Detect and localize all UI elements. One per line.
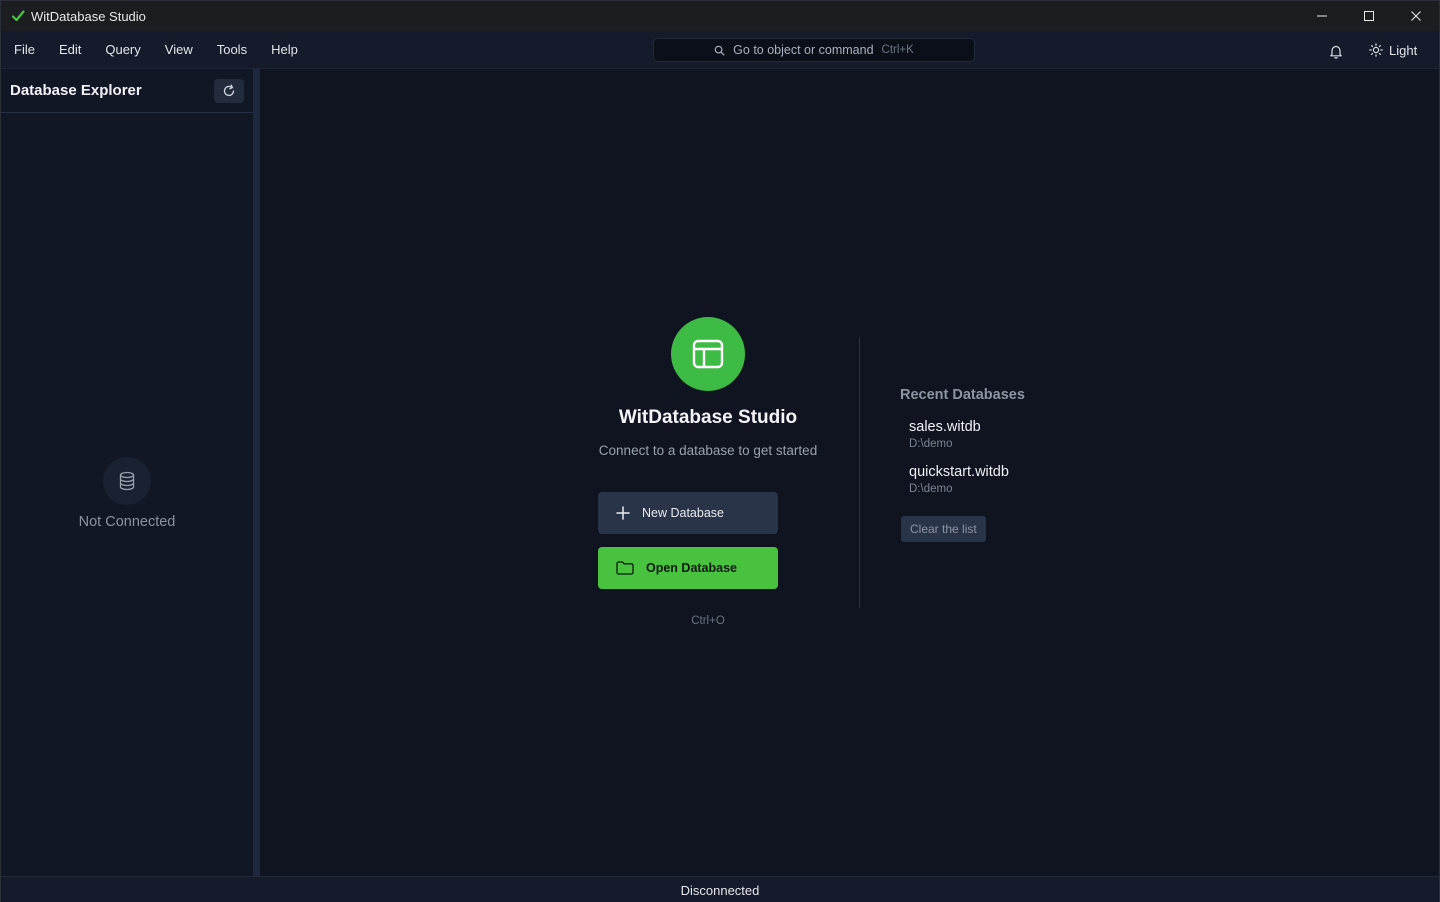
database-icon-circle <box>103 457 151 505</box>
menu-query[interactable]: Query <box>96 36 149 63</box>
theme-toggle-button[interactable]: Light <box>1363 37 1423 63</box>
not-connected-label: Not Connected <box>78 514 176 530</box>
minimize-button[interactable] <box>1298 1 1345 31</box>
menu-edit[interactable]: Edit <box>50 36 90 63</box>
window-title: WitDatabase Studio <box>31 8 146 24</box>
welcome-panel: WitDatabase Studio Connect to a database… <box>597 317 819 458</box>
brand-logo <box>671 317 745 391</box>
database-icon <box>119 471 135 491</box>
recent-database-name: quickstart.witdb <box>909 464 1009 480</box>
sidebar-empty-state: Not Connected <box>1 457 253 530</box>
new-database-button[interactable]: New Database <box>598 492 778 534</box>
theme-toggle-label: Light <box>1389 42 1418 58</box>
welcome-title: WitDatabase Studio <box>618 407 798 428</box>
open-database-label: Open Database <box>646 561 738 575</box>
layout-icon <box>692 339 724 369</box>
notifications-button[interactable] <box>1326 41 1346 61</box>
refresh-button[interactable] <box>214 78 244 103</box>
sidebar-splitter[interactable] <box>253 69 260 876</box>
refresh-icon <box>223 84 235 96</box>
plus-icon <box>616 506 630 520</box>
menu-items: File Edit Query View Tools Help <box>5 36 313 63</box>
sidebar-title: Database Explorer <box>10 82 142 99</box>
status-bar: Disconnected <box>1 876 1439 902</box>
recent-database-path: D:\demo <box>909 438 953 450</box>
open-database-button[interactable]: Open Database <box>598 547 778 589</box>
maximize-button[interactable] <box>1345 1 1392 31</box>
close-button[interactable] <box>1392 1 1439 31</box>
main-content <box>260 69 1439 876</box>
welcome-divider <box>859 337 860 608</box>
minimize-icon <box>1316 15 1327 17</box>
window-controls <box>1298 1 1439 31</box>
app-window: WitDatabase Studio File Edit Query View … <box>0 0 1440 902</box>
connection-status: Disconnected <box>680 882 760 898</box>
database-explorer-sidebar: Database Explorer Not Connected <box>1 69 253 876</box>
bell-icon <box>1330 45 1342 59</box>
recent-database-item[interactable]: quickstart.witdb D:\demo <box>900 464 1160 495</box>
menu-view[interactable]: View <box>156 36 202 63</box>
sidebar-header: Database Explorer <box>1 69 253 113</box>
menu-tools[interactable]: Tools <box>208 36 256 63</box>
folder-icon <box>616 561 634 575</box>
recent-database-path: D:\demo <box>909 483 953 495</box>
sun-icon <box>1369 43 1383 57</box>
new-database-label: New Database <box>642 506 724 520</box>
search-icon <box>714 45 725 56</box>
open-database-shortcut: Ctrl+O <box>691 615 725 627</box>
command-search[interactable]: Go to object or command Ctrl+K <box>653 38 975 62</box>
recent-databases-title: Recent Databases <box>900 387 1025 403</box>
menu-bar: File Edit Query View Tools Help Go to ob… <box>1 31 1439 69</box>
recent-databases-panel: Recent Databases sales.witdb D:\demo qui… <box>900 387 1160 542</box>
close-icon <box>1410 11 1421 21</box>
recent-database-item[interactable]: sales.witdb D:\demo <box>900 419 1160 450</box>
command-search-placeholder: Go to object or command <box>733 43 874 57</box>
welcome-subtitle: Connect to a database to get started <box>598 443 818 458</box>
menu-help[interactable]: Help <box>262 36 307 63</box>
recent-databases-list: sales.witdb D:\demo quickstart.witdb D:\… <box>900 419 1160 495</box>
recent-database-name: sales.witdb <box>909 419 981 435</box>
title-bar: WitDatabase Studio <box>1 1 1439 31</box>
clear-recent-button[interactable]: Clear the list <box>901 516 986 542</box>
menu-file[interactable]: File <box>5 36 44 63</box>
command-search-shortcut: Ctrl+K <box>881 44 914 56</box>
app-logo-icon <box>11 9 25 23</box>
maximize-icon <box>1363 11 1374 21</box>
